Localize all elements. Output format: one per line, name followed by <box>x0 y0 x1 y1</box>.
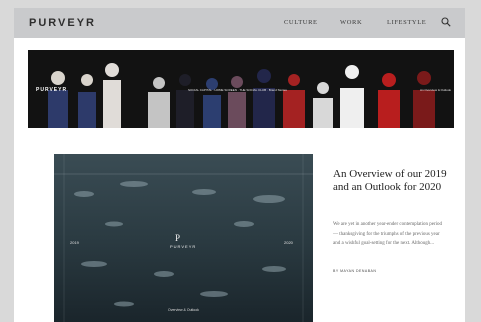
featured-banner[interactable]: PURVEYR SOCIAL CAPITAL · HOME SCREEN · T… <box>28 50 454 128</box>
article-excerpt: We are yet in another year-ender contemp… <box>333 222 443 246</box>
article-hero-image[interactable]: P PURVEYR 2019 2020 Overview & Outlook <box>54 154 313 322</box>
nav-work[interactable]: WORK <box>340 19 362 26</box>
hero-year-left: 2019 <box>70 240 79 245</box>
hero-brand: PURVEYR <box>170 244 197 249</box>
banner-caption: SOCIAL CAPITAL · HOME SCREEN · THE SOCIA… <box>188 88 287 92</box>
site-header: PURVEYR CULTURE WORK LIFESTYLE <box>14 8 465 38</box>
nav-lifestyle[interactable]: LIFESTYLE <box>387 19 426 26</box>
browser-page: PURVEYR CULTURE WORK LIFESTYLE PURVEYR S… <box>14 8 465 322</box>
hero-credit: Overview & Outlook <box>168 308 199 312</box>
hero-year-right: 2020 <box>284 240 293 245</box>
article-title[interactable]: An Overview of our 2019 and an Outlook f… <box>333 168 453 194</box>
site-logo[interactable]: PURVEYR <box>29 17 96 29</box>
banner-logo: PURVEYR <box>36 87 68 93</box>
hero-brand-mark: P <box>175 233 181 243</box>
banner-caption-right: An Overview & Outlook <box>420 88 452 92</box>
search-icon[interactable] <box>441 17 451 27</box>
article-byline[interactable]: BY MAYAN DENABAN <box>333 269 376 273</box>
sky-photo <box>54 154 313 322</box>
nav-culture[interactable]: CULTURE <box>284 19 318 26</box>
